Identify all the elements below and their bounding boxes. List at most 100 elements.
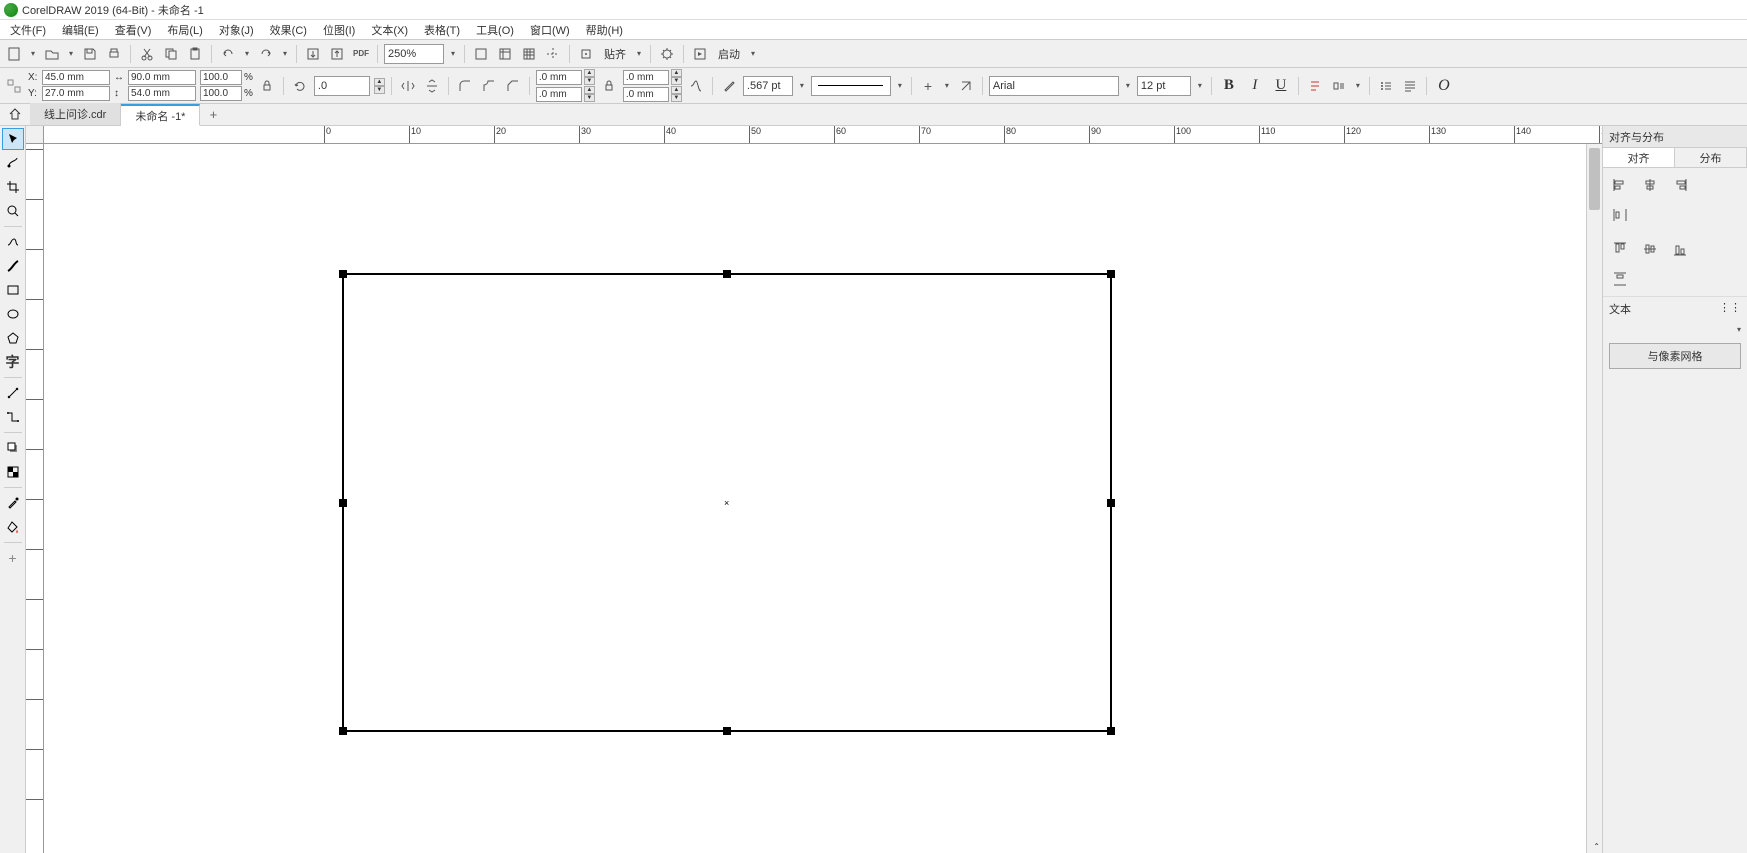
align-center-h-icon[interactable] (1639, 174, 1661, 196)
spin-down[interactable]: ▼ (671, 77, 682, 85)
font-size-input[interactable] (1137, 76, 1191, 96)
snap-label[interactable]: 贴齐 (600, 46, 630, 62)
snap-dropdown[interactable]: ▾ (634, 44, 644, 64)
rulers-icon[interactable] (495, 44, 515, 64)
shape-tool[interactable] (2, 152, 24, 174)
lock-ratio-icon[interactable] (257, 76, 277, 96)
polygon-tool[interactable] (2, 327, 24, 349)
menu-text[interactable]: 文本(X) (365, 20, 414, 40)
handle-top-left[interactable] (339, 270, 347, 278)
menu-object[interactable]: 对象(J) (213, 20, 260, 40)
relative-corner-icon[interactable] (686, 76, 706, 96)
pdf-icon[interactable]: PDF (351, 44, 371, 64)
text-tool[interactable]: 字 (2, 351, 24, 373)
panel-options-dropdown[interactable]: ▾ (1603, 321, 1747, 337)
outline-dropdown[interactable]: ▾ (797, 76, 807, 96)
handle-left[interactable] (339, 499, 347, 507)
menu-file[interactable]: 文件(F) (4, 20, 52, 40)
underline-button[interactable]: U (1270, 75, 1292, 97)
spin-down[interactable]: ▼ (584, 77, 595, 85)
add-tab-button[interactable]: + (200, 103, 226, 125)
plus-icon[interactable]: + (918, 76, 938, 96)
ruler-corner[interactable] (26, 126, 44, 144)
grid-icon[interactable] (519, 44, 539, 64)
spin-down[interactable]: ▼ (374, 86, 385, 94)
spin-up[interactable]: ▲ (671, 86, 682, 94)
height-input[interactable] (128, 86, 196, 101)
transparency-tool[interactable] (2, 461, 24, 483)
export-icon[interactable] (327, 44, 347, 64)
plus-dropdown[interactable]: ▾ (942, 76, 952, 96)
guides-icon[interactable] (543, 44, 563, 64)
artistic-media-tool[interactable] (2, 255, 24, 277)
copy-icon[interactable] (161, 44, 181, 64)
menu-effects[interactable]: 效果(C) (264, 20, 313, 40)
font-size-dropdown[interactable]: ▾ (1195, 76, 1205, 96)
corner-chamfer-icon[interactable] (503, 76, 523, 96)
launch-dropdown[interactable]: ▾ (748, 44, 758, 64)
zoom-input[interactable] (384, 44, 444, 64)
spin-down[interactable]: ▼ (671, 94, 682, 102)
panel-tab-align[interactable]: 对齐 (1603, 148, 1675, 167)
width-input[interactable] (128, 70, 196, 85)
scrollbar-arrow[interactable]: ⌃ (1593, 842, 1600, 851)
bold-button[interactable]: B (1218, 75, 1240, 97)
undo-icon[interactable] (218, 44, 238, 64)
open-icon[interactable] (42, 44, 62, 64)
cut-icon[interactable] (137, 44, 157, 64)
fill-tool[interactable] (2, 516, 24, 538)
font-dropdown[interactable]: ▾ (1123, 76, 1133, 96)
corner-x1-input[interactable] (536, 70, 582, 85)
vertical-scrollbar[interactable]: ⌃ (1586, 144, 1602, 853)
line-style-selector[interactable] (811, 76, 891, 96)
selected-rectangle[interactable]: × (342, 273, 1112, 732)
align-top-icon[interactable] (1609, 238, 1631, 260)
spin-up[interactable]: ▲ (584, 86, 595, 94)
menu-view[interactable]: 查看(V) (109, 20, 158, 40)
crop-tool[interactable] (2, 176, 24, 198)
drop-shadow-tool[interactable] (2, 437, 24, 459)
redo-icon[interactable] (256, 44, 276, 64)
panel-tab-distribute[interactable]: 分布 (1675, 148, 1747, 167)
doc-tab-2[interactable]: 未命名 -1* (121, 104, 200, 126)
parallel-dim-tool[interactable] (2, 382, 24, 404)
corner-lock-icon[interactable] (599, 76, 619, 96)
corner-round-icon[interactable] (455, 76, 475, 96)
outline-width-input[interactable] (743, 76, 793, 96)
print-icon[interactable] (104, 44, 124, 64)
align-center-v-icon[interactable] (1639, 238, 1661, 260)
freehand-tool[interactable] (2, 231, 24, 253)
options-icon[interactable] (657, 44, 677, 64)
corner-y1-input[interactable] (536, 87, 582, 102)
redo-dropdown[interactable]: ▾ (280, 44, 290, 64)
object-props-icon[interactable]: O (1433, 75, 1455, 97)
handle-bottom-left[interactable] (339, 727, 347, 735)
align-bottom-icon[interactable] (1669, 238, 1691, 260)
wrap-dropdown[interactable]: ▾ (1353, 76, 1363, 96)
corner-y2-input[interactable] (623, 87, 669, 102)
align-left-icon[interactable] (1609, 174, 1631, 196)
line-style-dropdown[interactable]: ▾ (895, 76, 905, 96)
fullscreen-icon[interactable] (471, 44, 491, 64)
launch-icon[interactable] (690, 44, 710, 64)
new-dropdown[interactable]: ▾ (28, 44, 38, 64)
vertical-ruler[interactable] (26, 144, 44, 853)
rotate-icon[interactable] (290, 76, 310, 96)
more-tools[interactable]: + (2, 547, 24, 569)
rotation-input[interactable] (314, 76, 370, 96)
corner-scallop-icon[interactable] (479, 76, 499, 96)
menu-help[interactable]: 帮助(H) (580, 20, 629, 40)
menu-tools[interactable]: 工具(O) (470, 20, 520, 40)
spin-up[interactable]: ▲ (671, 69, 682, 77)
distribute-left-icon[interactable] (1609, 204, 1631, 226)
horizontal-ruler[interactable]: 0102030405060708090100110120130140150 (26, 126, 1602, 144)
menu-edit[interactable]: 编辑(E) (56, 20, 105, 40)
ellipse-tool[interactable] (2, 303, 24, 325)
x-input[interactable] (42, 70, 110, 85)
distribute-top-icon[interactable] (1609, 268, 1631, 290)
text-options-icon[interactable]: ⋮⋮ (1719, 301, 1741, 314)
handle-right[interactable] (1107, 499, 1115, 507)
bullet-list-icon[interactable] (1376, 76, 1396, 96)
spin-down[interactable]: ▼ (584, 94, 595, 102)
launch-label[interactable]: 启动 (714, 46, 744, 62)
